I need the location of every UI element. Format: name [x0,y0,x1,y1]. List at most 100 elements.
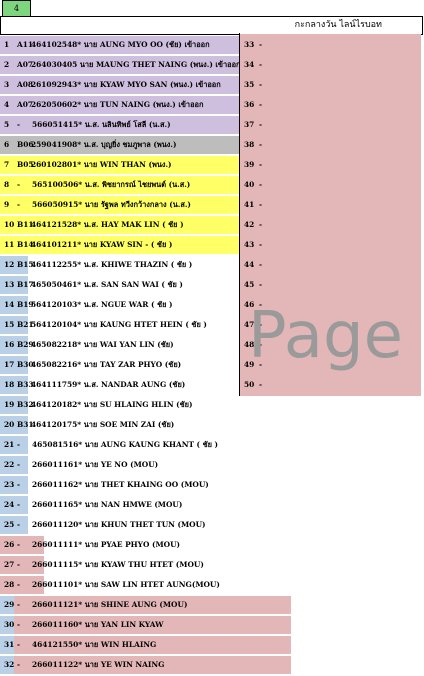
empty-slot-row: 41- [240,196,292,214]
employee-entry: 266011160* นาย YAN LIN KYAW [32,620,164,629]
slot-dash: - [259,200,263,209]
employee-entry: 259041908* น.ส. บุญยิ่ง ชมภูพาล (พนง.) [31,140,177,149]
roster-row: 31- 464121550* นาย WIN HLAING [0,636,291,654]
row-number: 31 [4,640,15,649]
row-code: - [17,480,21,489]
row-number: 5 [4,120,10,129]
row-code: - [17,440,21,449]
slot-number: 38 [244,140,255,149]
empty-slot-row: 39- [240,156,292,174]
row-number: 4 [4,100,10,109]
row-number: 28 [4,580,15,589]
sheet-header: กะกลางวัน ไลน์ไรบอท [0,16,423,35]
slot-dash: - [259,80,263,89]
roster-row: 4 A07 262050602* นาย TUN NAING (พนง.) เข้า… [0,96,239,114]
row-code: - [17,600,21,609]
employee-entry: 264030405 นาย MAUNG THET NAING (พนง.) เข… [31,60,239,69]
roster-row: 11 B14 464101211* นาย KYAW SIN - ( ชัย ) [0,236,239,254]
employee-entry: 266011121* นาย SHINE AUNG (MOU) [32,600,188,609]
slot-number: 34 [244,60,255,69]
employee-entry: 464120182* นาย SU HLAING HLIN (ชัย) [31,400,193,409]
row-number: 30 [4,620,15,629]
roster-row: 7 B05 260102801* นาย WIN THAN (พนง.) [0,156,239,174]
roster-row: 6 B06 259041908* น.ส. บุญยิ่ง ชมภูพาล (พนง… [0,136,239,154]
roster-row: 32- 266011122* นาย YE WIN NAING [0,656,291,674]
empty-slot-row: 34- [240,56,292,74]
row-code: - [17,660,21,669]
top-bar: 4 [0,0,424,17]
roster-row: 16 B29 465082218* นาย WAI YAN LIN (ชัย) [0,336,239,354]
roster-row: 14 B19 564120103* น.ส. NGUE WAR ( ชัย ) [0,296,239,314]
empty-slot-row: 45- [240,276,292,294]
row-number: 29 [4,600,15,609]
roster-row: 2 A07 264030405 นาย MAUNG THET NAING (พนง.… [0,56,239,74]
roster-row: 19 B32 464120182* นาย SU HLAING HLIN (ชัย) [0,396,239,414]
row-number: 20 [4,420,15,429]
row-number: 22 [4,460,15,469]
employee-entry: 564120103* น.ส. NGUE WAR ( ชัย ) [31,300,173,309]
row-number: 2 [4,60,10,69]
slot-number: 40 [244,180,255,189]
employee-entry: 464121550* นาย WIN HLAING [32,640,157,649]
row-number: 9 [4,200,10,209]
row-number: 1 [4,40,10,49]
roster-row: 18 B33 464111759* น.ส. NANDAR AUNG (ชัย) [0,376,239,394]
slot-dash: - [259,280,263,289]
employee-entry: 266011162* นาย THET KHAING OO (MOU) [32,480,209,489]
sheet-title: กะกลางวัน ไลน์ไรบอท [294,20,382,30]
slot-dash: - [259,260,263,269]
row-number: 10 [4,220,15,229]
slot-number: 37 [244,120,255,129]
roster-row: 5- 566051415* น.ส. นลินทิพย์ โสลี (น.ส.) [0,116,239,134]
employee-entry: 565100506* น.ส. พิชยากรณ์ ไชยพนต์ (น.ส.) [32,180,191,189]
row-number: 12 [4,260,15,269]
row-code: - [17,460,21,469]
row-code: - [17,200,21,209]
employee-entry: 464112255* น.ส. KHIWE THAZIN ( ชัย ) [31,260,193,269]
employee-entry: 266011115* นาย KYAW THU HTET (MOU) [32,560,204,569]
slot-number: 35 [244,80,255,89]
empty-slot-row: 33- [240,36,292,54]
page-watermark: Page [248,299,403,373]
roster-row: 26- 266011111* นาย PYAE PHYO (MOU) [0,536,239,554]
roster-row: 23- 266011162* นาย THET KHAING OO (MOU) [0,476,239,494]
empty-slot-row: 35- [240,76,292,94]
roster-row: 29- 266011121* นาย SHINE AUNG (MOU) [0,596,291,614]
employee-entry: 266011122* นาย YE WIN NAING [32,660,165,669]
row-number: 17 [4,360,15,369]
slot-number: 44 [244,260,255,269]
employee-entry: 564120104* นาย KAUNG HTET HEIN ( ชัย ) [31,320,207,329]
roster-row: 10 B11 464121528* น.ส. HAY MAK LIN ( ชัย ) [0,216,239,234]
employee-entry: 266011111* นาย PYAE PHYO (MOU) [32,540,181,549]
employee-entry: 266011120* นาย KHUN THET TUN (MOU) [32,520,206,529]
empty-slot-row: 43- [240,236,292,254]
employee-entry: 465081516* นาย AUNG KAUNG KHANT ( ชัย ) [32,440,219,449]
slot-number: 41 [244,200,255,209]
slot-dash: - [259,40,263,49]
roster-row: 22- 266011161* นาย YE NO (MOU) [0,456,239,474]
empty-slot-row: 36- [240,96,292,114]
slot-dash: - [259,220,263,229]
row-number: 19 [4,400,15,409]
row-number: 25 [4,520,15,529]
slot-dash: - [259,140,263,149]
row-number: 3 [4,80,10,89]
employee-entry: 261092943* นาย KYAW MYO SAN (พนง.) เข้าอ… [31,80,221,89]
row-code: - [17,540,21,549]
employee-entry: 465050461* น.ส. SAN SAN WAI ( ชัย ) [31,280,183,289]
roster-row: 17 B30 465082216* นาย TAY ZAR PHYO (ชัย) [0,356,239,374]
employee-entry: 464101211* นาย KYAW SIN - ( ชัย ) [31,240,173,249]
slot-dash: - [259,60,263,69]
employee-entry: 266011161* นาย YE NO (MOU) [32,460,159,469]
slot-number: 50 [244,380,255,389]
roster-row: 30- 266011160* นาย YAN LIN KYAW [0,616,291,634]
row-number: 11 [4,240,15,249]
row-number: 16 [4,340,15,349]
slot-dash: - [259,180,263,189]
sheet-tab[interactable]: 4 [2,0,31,17]
roster-row: 9- 566050915* นาย รัฐพล ทวีงกว้างกลาง (น.… [0,196,239,214]
employee-entry: 464120175* นาย SOE MIN ZAI (ชัย) [31,420,175,429]
row-number: 13 [4,280,15,289]
employee-entry: 566051415* น.ส. นลินทิพย์ โสลี (น.ส.) [32,120,171,129]
row-number: 8 [4,180,10,189]
